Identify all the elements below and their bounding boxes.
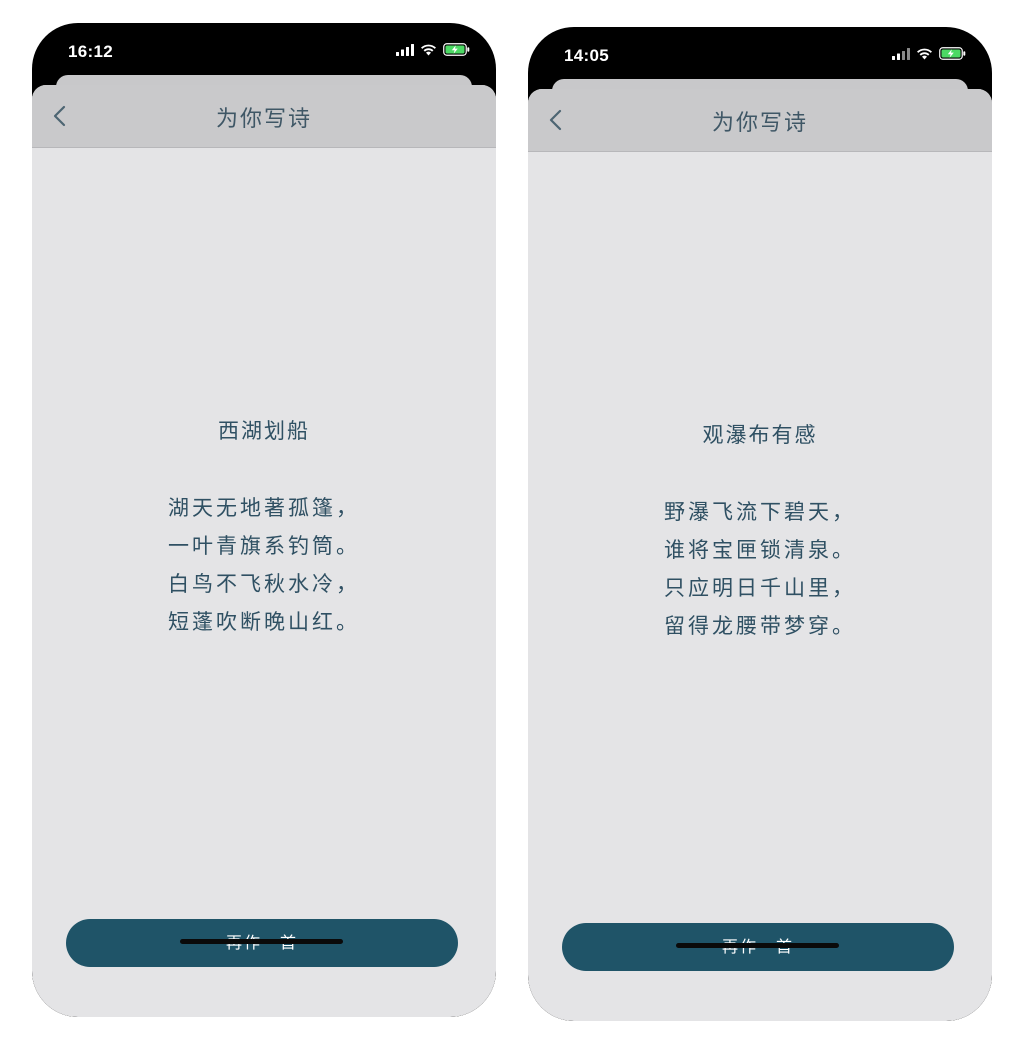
status-time: 16:12 xyxy=(68,42,113,61)
nav-bar: 为你写诗 xyxy=(528,89,992,152)
poem-sheet: 为你写诗 观瀑布有感 野瀑飞流下碧天， 谁将宝匣锁清泉。 只应明日千山里， 留得… xyxy=(528,89,992,1021)
screenshot-stage: 16:12 为你写诗 西湖划船 湖天无地著孤篷， 一叶青旗系钓筒。 白鸟不飞秋水… xyxy=(0,0,1016,1050)
cellular-signal-icon xyxy=(396,43,414,56)
phone-screen-left: 16:12 为你写诗 西湖划船 湖天无地著孤篷， 一叶青旗系钓筒。 白鸟不飞秋水… xyxy=(32,23,496,1017)
poem-line: 留得龙腰带梦穿。 xyxy=(664,614,856,638)
wifi-icon xyxy=(917,48,932,59)
home-indicator[interactable] xyxy=(676,943,839,948)
status-time: 14:05 xyxy=(564,46,609,65)
battery-charging-icon xyxy=(443,43,470,56)
battery-charging-icon xyxy=(939,47,966,60)
status-bar: 16:12 xyxy=(32,23,496,79)
poem-line: 白鸟不飞秋水冷， xyxy=(168,572,360,596)
status-bar: 14:05 xyxy=(528,27,992,83)
poem-title: 观瀑布有感 xyxy=(702,423,818,447)
poem-line: 短蓬吹断晚山红。 xyxy=(168,610,360,634)
poem-sheet: 为你写诗 西湖划船 湖天无地著孤篷， 一叶青旗系钓筒。 白鸟不飞秋水冷， 短蓬吹… xyxy=(32,85,496,1017)
status-icons xyxy=(396,43,470,56)
home-indicator[interactable] xyxy=(180,939,343,944)
wifi-icon xyxy=(421,44,436,55)
nav-bar: 为你写诗 xyxy=(32,85,496,148)
poem-line: 一叶青旗系钓筒。 xyxy=(168,534,360,558)
poem-block: 观瀑布有感 野瀑飞流下碧天， 谁将宝匣锁清泉。 只应明日千山里， 留得龙腰带梦穿… xyxy=(528,419,992,645)
cellular-signal-icon xyxy=(892,47,910,60)
page-title: 为你写诗 xyxy=(711,111,808,136)
poem-line: 野瀑飞流下碧天， xyxy=(664,500,856,524)
poem-title: 西湖划船 xyxy=(218,419,310,443)
poem-line: 谁将宝匣锁清泉。 xyxy=(664,538,856,562)
phone-screen-right: 14:05 为你写诗 观瀑布有感 野瀑飞流下碧天， 谁将宝匣锁清泉。 只应明日千… xyxy=(528,27,992,1021)
poem-block: 西湖划船 湖天无地著孤篷， 一叶青旗系钓筒。 白鸟不飞秋水冷， 短蓬吹断晚山红。 xyxy=(32,415,496,641)
page-title: 为你写诗 xyxy=(215,107,312,132)
status-icons xyxy=(892,47,966,60)
poem-line: 只应明日千山里， xyxy=(664,576,856,600)
poem-line: 湖天无地著孤篷， xyxy=(168,496,360,520)
